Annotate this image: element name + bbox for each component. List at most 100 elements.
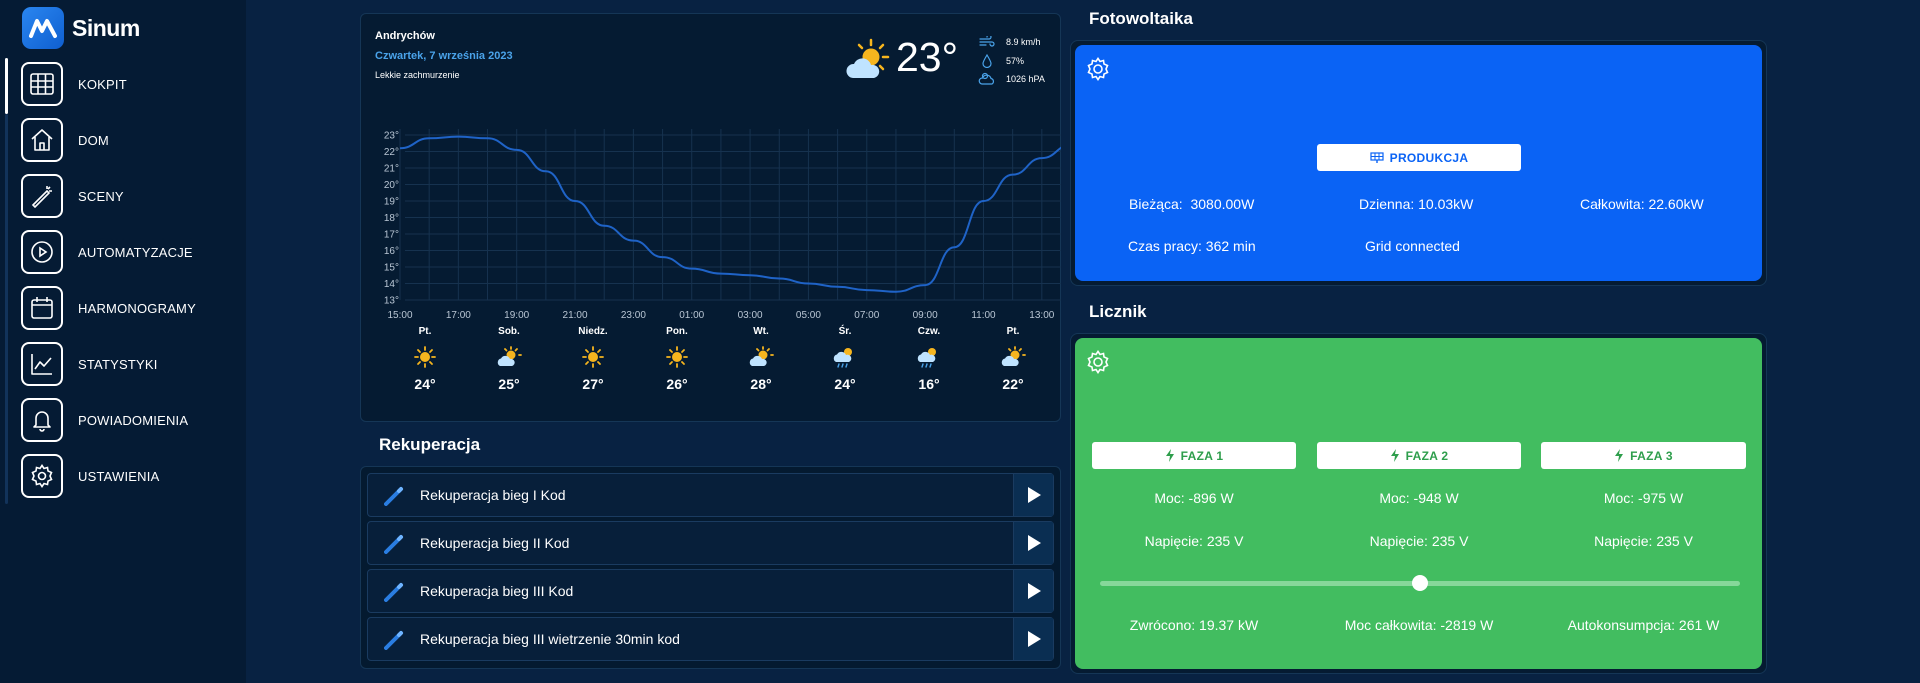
faza-1-button[interactable]: FAZA 1	[1092, 442, 1296, 469]
nav-scrollbar-track	[5, 114, 8, 504]
forecast-day-name: Pon.	[666, 326, 688, 337]
humidity-stat: 57%	[978, 54, 1024, 68]
weather-date: Czwartek, 7 września 2023	[375, 50, 513, 62]
fotowoltaika-card: PRODUKCJA Bieżąca: 3080.00W Dzienna: 10.…	[1070, 40, 1767, 286]
play-button[interactable]	[1013, 570, 1053, 612]
app-logo[interactable]: Sinum	[22, 7, 140, 49]
y-tick-label: 21°	[384, 164, 399, 175]
pressure-stat: 1026 hPA	[978, 72, 1045, 86]
y-tick-label: 16°	[384, 246, 399, 257]
play-icon	[1027, 583, 1041, 599]
rekuperacja-scene-list: Rekuperacja bieg I Kod Rekuperacja bieg …	[360, 466, 1061, 669]
produkcja-button[interactable]: PRODUKCJA	[1317, 144, 1521, 171]
sun-cloud-icon	[719, 340, 803, 374]
forecast-temp: 26°	[666, 376, 688, 392]
scene-row[interactable]: Rekuperacja bieg I Kod	[367, 473, 1054, 517]
licznik-title: Licznik	[1089, 302, 1147, 321]
y-tick-label: 22°	[384, 147, 399, 158]
settings-gear-icon[interactable]	[1086, 350, 1110, 379]
nav-item-sceny[interactable]: SCENY	[21, 174, 124, 218]
nav-item-harmonogramy[interactable]: HARMONOGRAMY	[21, 286, 196, 330]
forecast-day-name: Czw.	[917, 326, 941, 337]
scene-label: Rekuperacja bieg III wietrzenie 30min ko…	[420, 631, 680, 647]
nav-label: AUTOMATYZACJE	[78, 244, 193, 260]
play-icon	[1027, 631, 1041, 647]
forecast-temp: 16°	[918, 376, 940, 392]
sun-icon	[383, 340, 467, 374]
temperature-chart: 23° 22° 21° 20° 19° 18° 17° 16° 15° 14° 13° 15:00 1…	[384, 129, 1061, 321]
calendar-icon	[21, 286, 63, 330]
settings-gear-icon[interactable]	[1086, 57, 1110, 86]
weather-description: Lekkie zachmurzenie	[375, 70, 460, 80]
x-tick-label: 19:00	[504, 310, 529, 321]
faza-2-voltage: Napięcie: 235 V	[1369, 533, 1469, 549]
y-tick-label: 15°	[384, 263, 399, 274]
licznik-card: FAZA 1 FAZA 2 FAZA 3 Moc: -896 W Moc: -9…	[1070, 333, 1767, 674]
play-button[interactable]	[1013, 522, 1053, 564]
forecast-day-name: Niedz.	[578, 326, 608, 337]
lightning-icon	[1615, 449, 1624, 462]
faza-1-power: Moc: -896 W	[1154, 490, 1234, 506]
nav-item-ustawienia[interactable]: USTAWIENIA	[21, 454, 159, 498]
nav-item-dom[interactable]: DOM	[21, 118, 109, 162]
wind-stat: 8.9 km/h	[978, 36, 1041, 48]
nav-label: HARMONOGRAMY	[78, 300, 196, 316]
forecast-temp: 25°	[498, 376, 520, 392]
nav-label: SCENY	[78, 188, 124, 204]
faza-label: FAZA 1	[1180, 448, 1224, 463]
faza-2-power: Moc: -948 W	[1379, 490, 1459, 506]
x-tick-label: 15:00	[387, 310, 412, 321]
cloud-icon	[978, 72, 996, 86]
scene-row[interactable]: Rekuperacja bieg III wietrzenie 30min ko…	[367, 617, 1054, 661]
play-button[interactable]	[1013, 618, 1053, 660]
x-tick-label: 09:00	[913, 310, 938, 321]
wind-icon	[978, 36, 996, 48]
x-tick-label: 13:00	[1029, 310, 1054, 321]
y-tick-label: 13°	[384, 296, 399, 307]
play-button[interactable]	[1013, 474, 1053, 516]
faza-3-button[interactable]: FAZA 3	[1541, 442, 1746, 469]
sun-cloud-icon	[971, 340, 1055, 374]
y-tick-label: 23°	[384, 131, 399, 142]
forecast-day-name: Pt.	[1006, 326, 1020, 337]
forecast-temp: 22°	[1002, 376, 1024, 392]
scene-row[interactable]: Rekuperacja bieg II Kod	[367, 521, 1054, 565]
sun-icon	[551, 340, 635, 374]
nav-item-statystyki[interactable]: STATYSTYKI	[21, 342, 158, 386]
balance-slider-knob[interactable]	[1412, 575, 1428, 591]
pv-daily: Dzienna: 10.03kW	[1359, 196, 1474, 212]
wind-value: 8.9 km/h	[1006, 37, 1041, 47]
solar-panel-icon	[1370, 151, 1384, 163]
nav-label: STATYSTYKI	[78, 356, 158, 372]
grid-icon	[21, 62, 63, 106]
pressure-value: 1026 hPA	[1006, 74, 1045, 84]
y-tick-label: 17°	[384, 230, 399, 241]
temperature-series-line	[399, 135, 1061, 293]
lightning-icon	[1165, 449, 1174, 462]
home-icon	[21, 118, 63, 162]
play-circle-icon	[21, 230, 63, 274]
faza-1-voltage: Napięcie: 235 V	[1144, 533, 1244, 549]
nav-item-kokpit[interactable]: KOKPIT	[21, 62, 127, 106]
nav-label: USTAWIENIA	[78, 468, 160, 484]
current-temperature: 23°	[896, 34, 959, 80]
y-tick-label: 14°	[384, 279, 399, 290]
pv-status: Grid connected	[1365, 238, 1460, 254]
forecast-temp: 24°	[414, 376, 436, 392]
play-icon	[1027, 535, 1041, 551]
nav-active-indicator	[5, 58, 8, 114]
autoconsumption: Autokonsumpcja: 261 W	[1567, 617, 1720, 633]
nav-item-automatyzacje[interactable]: AUTOMATYZACJE	[21, 230, 193, 274]
faza-2-button[interactable]: FAZA 2	[1317, 442, 1521, 469]
nav-item-powiadomienia[interactable]: POWIADOMIENIA	[21, 398, 188, 442]
scene-row[interactable]: Rekuperacja bieg III Kod	[367, 569, 1054, 613]
forecast-day: Śr. 24°	[803, 326, 887, 392]
x-tick-label: 17:00	[446, 310, 471, 321]
faza-3-voltage: Napięcie: 235 V	[1594, 533, 1693, 549]
sidebar: Sinum KOKPIT DOM SCENY AUTOMATYZACJE HAR…	[0, 0, 246, 683]
licznik-panel: FAZA 1 FAZA 2 FAZA 3 Moc: -896 W Moc: -9…	[1075, 338, 1762, 669]
forecast-strip: Pt. 24° Sob. 25° Niedz. 27° Pon. 26° Wt.…	[383, 326, 1056, 392]
forecast-day-name: Pt.	[418, 326, 432, 337]
sun-cloud-icon	[467, 340, 551, 374]
forecast-day-name: Sob.	[498, 326, 520, 337]
